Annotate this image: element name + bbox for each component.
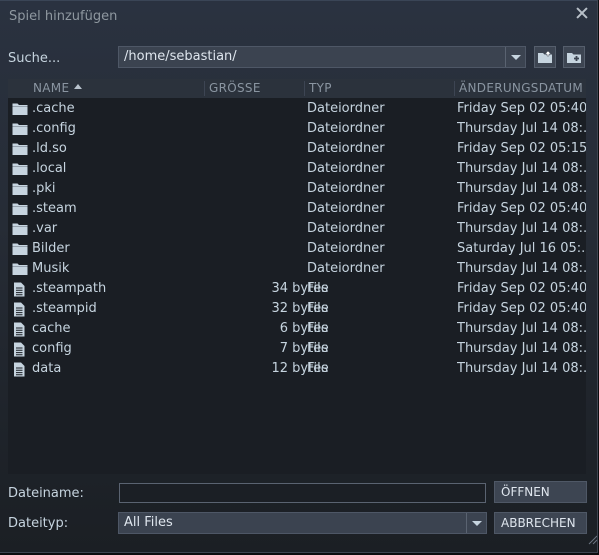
open-button[interactable]: ÖFFNEN: [494, 481, 587, 503]
file-row[interactable]: .config Dateiordner Thursday Jul 14 08:...: [8, 119, 586, 139]
file-name: data: [32, 361, 62, 376]
folder-icon: [12, 142, 28, 160]
file-name: .cache: [32, 101, 75, 116]
add-game-dialog: Spiel hinzufügen Suche... /home/sebastia…: [0, 0, 598, 553]
file-modified: Thursday Jul 14 08:...: [457, 321, 586, 336]
column-divider[interactable]: [204, 81, 205, 96]
filetype-label: Dateityp:: [8, 516, 69, 531]
file-modified: Thursday Jul 14 08:...: [457, 221, 586, 236]
new-folder-icon: [567, 53, 581, 63]
cancel-button[interactable]: ABBRECHEN: [494, 512, 587, 534]
file-row[interactable]: .ld.so Dateiordner Friday Sep 02 05:15...: [8, 139, 586, 159]
search-label: Suche...: [8, 51, 61, 66]
file-modified: Thursday Jul 14 08:...: [457, 181, 586, 196]
file-name: Musik: [32, 261, 70, 276]
file-modified: Thursday Jul 14 08:...: [457, 161, 586, 176]
file-row[interactable]: .steampath 34 bytes File Friday Sep 02 05:4…: [8, 279, 586, 299]
folder-icon: [12, 102, 28, 120]
file-modified: Thursday Jul 14 08:...: [457, 261, 586, 276]
file-name: .pki: [32, 181, 56, 196]
file-type: File: [307, 281, 329, 296]
file-type: Dateiordner: [307, 261, 385, 276]
file-row[interactable]: .steam Dateiordner Friday Sep 02 05:40...: [8, 199, 586, 219]
filetype-value: All Files: [124, 515, 173, 530]
file-modified: Friday Sep 02 05:40...: [457, 101, 586, 116]
file-row[interactable]: .pki Dateiordner Thursday Jul 14 08:...: [8, 179, 586, 199]
column-name-label: NAME: [33, 81, 70, 95]
file-type: File: [307, 341, 329, 356]
file-type: File: [307, 361, 329, 376]
file-row[interactable]: data 12 bytes File Thursday Jul 14 08:...: [8, 359, 586, 379]
file-row[interactable]: .var Dateiordner Thursday Jul 14 08:...: [8, 219, 586, 239]
column-divider[interactable]: [454, 81, 455, 96]
chevron-down-icon[interactable]: [466, 513, 486, 533]
file-type: File: [307, 321, 329, 336]
file-row[interactable]: .steampid 32 bytes File Friday Sep 02 05:40…: [8, 299, 586, 319]
file-list[interactable]: NAME GRÖSSE TYP ÄNDERUNGSDATUM .cache Dat…: [8, 79, 586, 474]
folder-icon: [12, 202, 28, 220]
file-type: File: [307, 301, 329, 316]
folder-icon: [12, 162, 28, 180]
sort-ascending-icon: [74, 84, 83, 89]
file-modified: Friday Sep 02 05:40...: [457, 301, 586, 316]
file-row[interactable]: config 7 bytes File Thursday Jul 14 08:...: [8, 339, 586, 359]
folder-icon: [12, 122, 28, 140]
file-type: Dateiordner: [307, 241, 385, 256]
file-modified: Thursday Jul 14 08:...: [457, 361, 586, 376]
dialog-title: Spiel hinzufügen: [9, 9, 118, 24]
file-modified: Thursday Jul 14 08:...: [457, 121, 586, 136]
file-name: .config: [32, 121, 76, 136]
column-divider[interactable]: [304, 81, 305, 96]
file-name: cache: [32, 321, 71, 336]
close-icon[interactable]: [575, 6, 589, 20]
filename-label: Dateiname:: [8, 486, 84, 501]
filename-input[interactable]: [119, 483, 486, 503]
file-name: .var: [32, 221, 58, 236]
file-row[interactable]: cache 6 bytes File Thursday Jul 14 08:...: [8, 319, 586, 339]
column-size-header[interactable]: GRÖSSE: [209, 79, 261, 98]
folder-icon: [12, 242, 28, 260]
file-name: config: [32, 341, 72, 356]
file-name: .ld.so: [32, 141, 67, 156]
file-list-header: NAME GRÖSSE TYP ÄNDERUNGSDATUM: [8, 79, 586, 98]
file-modified: Thursday Jul 14 08:...: [457, 341, 586, 356]
file-name: .steampid: [32, 301, 97, 316]
path-value: /home/sebastian/: [124, 49, 237, 64]
file-type: Dateiordner: [307, 201, 385, 216]
resize-grip-icon[interactable]: [588, 535, 598, 545]
file-type: Dateiordner: [307, 181, 385, 196]
file-row[interactable]: .local Dateiordner Thursday Jul 14 08:...: [8, 159, 586, 179]
column-name-header[interactable]: NAME: [33, 79, 83, 98]
file-icon: [12, 362, 26, 381]
parent-folder-button[interactable]: [534, 46, 556, 68]
file-type: Dateiordner: [307, 141, 385, 156]
file-name: .steam: [32, 201, 77, 216]
folder-icon: [12, 222, 28, 240]
file-modified: Friday Sep 02 05:15...: [457, 141, 586, 156]
file-modified: Friday Sep 02 05:40...: [457, 281, 586, 296]
folder-up-icon: [538, 50, 552, 63]
folder-icon: [12, 262, 28, 280]
file-type: Dateiordner: [307, 121, 385, 136]
file-type: Dateiordner: [307, 221, 385, 236]
column-modified-header[interactable]: ÄNDERUNGSDATUM: [459, 79, 583, 98]
new-folder-button[interactable]: [563, 46, 585, 68]
window-top-border: [0, 0, 597, 1]
file-type: Dateiordner: [307, 101, 385, 116]
folder-icon: [12, 182, 28, 200]
file-row[interactable]: .cache Dateiordner Friday Sep 02 05:40...: [8, 99, 586, 119]
file-modified: Saturday Jul 16 05:...: [457, 241, 586, 256]
chevron-down-icon[interactable]: [505, 47, 525, 67]
file-modified: Friday Sep 02 05:40...: [457, 201, 586, 216]
file-row[interactable]: Bilder Dateiordner Saturday Jul 16 05:...: [8, 239, 586, 259]
column-type-header[interactable]: TYP: [309, 79, 332, 98]
file-type: Dateiordner: [307, 161, 385, 176]
path-dropdown[interactable]: /home/sebastian/: [118, 46, 526, 68]
file-name: Bilder: [32, 241, 70, 256]
filetype-select[interactable]: All Files: [118, 512, 487, 534]
file-name: .local: [32, 161, 67, 176]
file-row[interactable]: Musik Dateiordner Thursday Jul 14 08:...: [8, 259, 586, 279]
file-name: .steampath: [32, 281, 107, 296]
